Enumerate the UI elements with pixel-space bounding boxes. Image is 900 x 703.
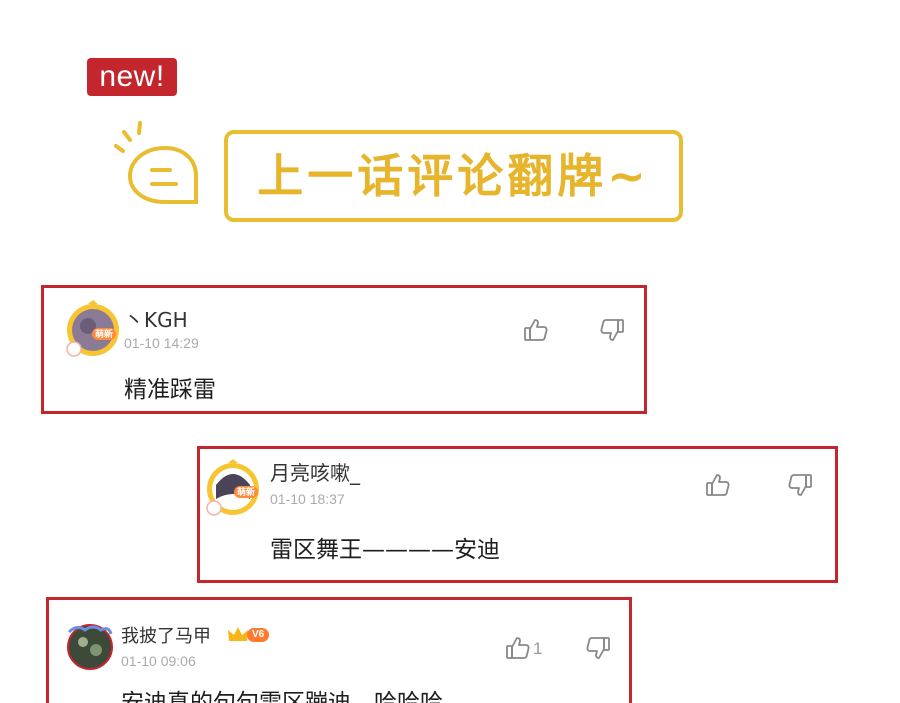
crown-icon — [228, 627, 248, 641]
thumbs-up-icon[interactable] — [505, 635, 531, 661]
comment-card: 萌新 月亮咳嗽_ 01-10 18:37 雷区舞王————安迪 — [197, 446, 838, 583]
thumbs-up-icon[interactable] — [705, 472, 731, 498]
vip-badge: V6 — [227, 626, 270, 644]
avatar-badge: 萌新 — [92, 328, 117, 340]
user-name[interactable]: 月亮咳嗽_ — [270, 463, 360, 483]
comment-card: 萌新 丶KGH 01-10 14:29 精准踩雷 — [41, 285, 647, 414]
comment-time: 01-10 14:29 — [124, 335, 199, 351]
user-name[interactable]: 我披了马甲 — [121, 628, 211, 646]
comment-card: 我披了马甲 V6 01-10 09:06 1 安迪真的句句雷区蹦迪，哈哈哈 — [46, 597, 632, 703]
user-name[interactable]: 丶KGH — [124, 310, 188, 330]
avatar[interactable]: 萌新 — [206, 459, 260, 516]
like-count: 1 — [533, 639, 543, 658]
comment-bubble-icon — [110, 118, 205, 210]
comment-text: 精准踩雷 — [124, 377, 216, 403]
new-badge: new! — [87, 58, 177, 96]
comment-time: 01-10 09:06 — [121, 653, 196, 669]
avatar-badge: 萌新 — [234, 486, 259, 498]
avatar[interactable]: 萌新 — [66, 300, 120, 357]
comment-text: 安迪真的句句雷区蹦迪，哈哈哈 — [121, 690, 443, 703]
section-title: 上一话评论翻牌~ — [257, 149, 650, 203]
thumbs-down-icon[interactable] — [599, 317, 625, 343]
thumbs-down-icon[interactable] — [787, 472, 813, 498]
thumbs-down-icon[interactable] — [585, 635, 611, 661]
thumbs-up-icon[interactable] — [523, 317, 549, 343]
comment-text: 雷区舞王————安迪 — [270, 537, 500, 563]
comment-time: 01-10 18:37 — [270, 491, 345, 507]
avatar[interactable] — [65, 622, 113, 670]
vip-level: V6 — [247, 628, 270, 642]
title-box: 上一话评论翻牌~ — [224, 130, 683, 222]
